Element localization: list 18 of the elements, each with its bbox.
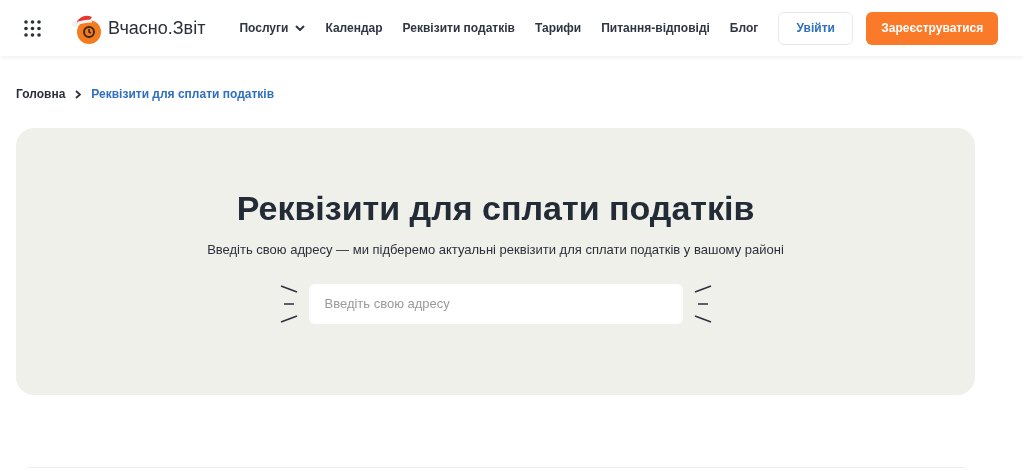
login-button[interactable]: Увійти xyxy=(778,11,854,45)
nav-link[interactable]: Тарифи xyxy=(534,19,582,37)
page-title: Реквізити для сплати податків xyxy=(236,188,755,228)
sparkle-lines-icon xyxy=(692,284,712,323)
sparkle-lines-icon xyxy=(279,284,299,323)
chevron-right-icon xyxy=(75,89,82,99)
breadcrumb-link[interactable]: Головна xyxy=(16,85,66,103)
nav-link[interactable]: Реквізити податків xyxy=(402,19,515,37)
apps-grid-icon[interactable] xyxy=(24,19,41,37)
chevron-down-icon xyxy=(295,25,306,31)
nav-link[interactable]: Питання-відповіді xyxy=(601,19,710,37)
address-input-field[interactable]: Введіть свою адресу xyxy=(308,283,683,324)
nav-link[interactable]: Блог xyxy=(729,19,759,37)
nav-link[interactable]: Календар xyxy=(325,19,383,37)
logo-text[interactable]: Вчасно.Звіт xyxy=(108,14,206,42)
page-subtitle: Введіть свою адресу — ми підберемо актуальні реквізити для сплати податків у вашому районі xyxy=(207,241,784,259)
nav-link[interactable]: Послуги xyxy=(239,19,306,37)
breadcrumb-link[interactable]: Реквізити для сплати податків xyxy=(91,85,275,103)
